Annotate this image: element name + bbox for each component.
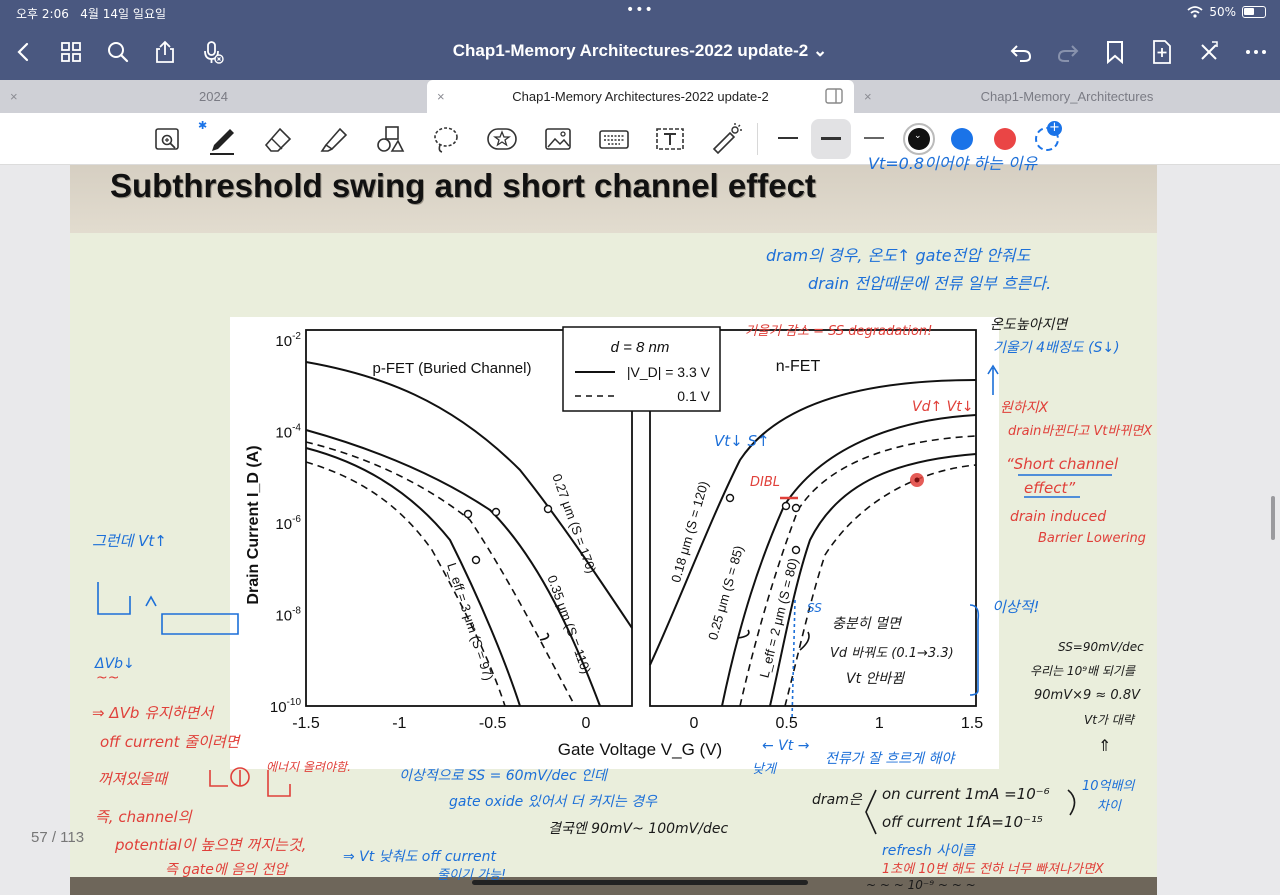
note-result: 결국엔 90mV~ 100mV/dec [548,821,729,837]
ink-tick-ss [791,599,796,721]
note-ss-value-5: ⇑ [1098,736,1112,755]
note-left-4: ⇒ ΔVb 유지하면서 [92,704,214,722]
note-degradation: 기울기 감소 = SS degradation! [745,324,933,339]
chart-legend: d = 8 nm |V_D| = 3.3 V 0.1 V [562,326,721,412]
laser-pointer-core [914,477,920,483]
note-dibl-2: Barrier Lowering [1038,531,1146,546]
note-vt-reason: Vt=0.8이어야 하는 이유 [868,154,1038,173]
note-left-7: 에너지 올려야함. [266,760,351,774]
y-tick-label: 10-6 [275,514,301,533]
note-dram-2: drain 전압때문에 전류 일부 흐른다. [808,274,1052,293]
x-tick-label: 1.5 [961,715,983,732]
data-point [791,503,801,513]
page-indicator: 57 / 113 [31,829,85,846]
right-panel-title: n-FET [776,358,821,375]
y-tick-label: 10-10 [270,697,302,716]
note-left-8: 즉, channel의 [95,808,192,826]
note-ss-value-3: 90mV×9 ≈ 0.8V [1034,688,1140,703]
curve-label: 0.27 μm (S = 170) [549,472,599,576]
note-not-wanted: 원하지X [1000,400,1049,416]
note-diff-2: 차이 [1097,799,1121,814]
note-ss: SS [807,601,822,615]
ink-arrow [987,364,999,395]
note-vt-s: Vt↓ S↑ [714,432,770,450]
legend-dashed: 0.1 V [677,388,710,404]
note-temp-2: 기울기 4배정도 (S↓) [993,340,1120,356]
x-axis-label: Gate Voltage V_G (V) [558,740,722,759]
note-bottom-1: ⇒ Vt 낮춰도 off current [343,849,496,865]
legend-d: d = 8 nm [611,339,670,356]
note-flow: 전류가 잘 흐르게 해야 [825,751,955,767]
note-ss-value-2: 우리는 10⁹배 되기를 [1030,664,1135,678]
data-point [543,504,553,514]
note-refresh: refresh 사이클 [882,843,975,859]
ink-hook-left [539,632,550,641]
note-vd-vt: Vd↑ Vt↓ [912,399,974,415]
note-dibl-1: drain induced [1010,509,1107,525]
x-tick-label: 0.5 [776,715,798,732]
note-temp-1: 온도높아지면 [990,317,1068,333]
note-ideal: 이상적! [992,598,1040,616]
note-left-10: 즉 gate에 음의 전압 [165,862,288,878]
note-left-5: off current 줄이려면 [100,733,240,751]
note-sce-1: “Short channel [1006,455,1119,473]
x-tick-label: 0 [690,715,699,732]
data-point [725,493,735,503]
note-left-9: potential이 높으면 꺼지는것, [115,836,307,854]
left-panel-title: p-FET (Buried Channel) [373,360,532,377]
y-tick-label: 10-4 [275,423,301,442]
note-oxide: gate oxide 있어서 더 커지는 경우 [449,794,657,810]
x-tick-label: -0.5 [479,715,507,732]
note-dram-1: dram의 경우, 온도↑ gate전압 안줘도 [766,246,1031,265]
note-left-1: 그런데 Vt↑ [92,532,167,550]
note-sce-2: effect” [1024,479,1076,497]
data-point [781,501,791,511]
note-left-3: ~~ [96,670,120,686]
note-far-3: Vt 안바뀜 [846,671,905,687]
curve-label: 0.25 μm (S = 85) [705,544,746,642]
note-left-6: 꺼져있을때 [98,770,168,788]
note-low: 낮게 [752,762,776,777]
note-far-2: Vd 바꿔도 (0.1→3.3) [830,646,954,661]
curve-label: 0.35 μm (S = 110) [544,573,594,676]
x-tick-label: -1 [392,715,406,732]
x-tick-label: 1 [875,715,884,732]
note-on-current: on current 1mA =10⁻⁶ [882,785,1050,803]
note-ideal-ss: 이상적으로 SS = 60mV/dec 인데 [399,768,607,784]
ink-well [97,582,239,635]
home-indicator[interactable] [472,880,808,885]
app-window: 오후 2:06 4월 14일 일요일 ••• 50% Chap1-Memory … [0,0,1280,895]
y-axis-label: Drain Current I_D (A) [245,445,262,604]
y-tick-label: 10-2 [275,331,301,350]
note-drain-vt: drain바뀐다고 Vt바뀌면X [1008,424,1153,439]
data-point [463,509,473,519]
data-point [471,555,481,565]
scrollbar-thumb[interactable] [1271,496,1275,540]
x-tick-label: 0 [582,715,591,732]
ink-bracket [969,604,980,696]
curve-labels: 0.27 μm (S = 170) 0.35 μm (S = 110) L_ef… [444,472,801,683]
curve-label: 0.18 μm (S = 120) [668,479,711,584]
note-last-2: ~ ~ ~ 10⁻⁹ ~ ~ ~ [866,878,976,892]
legend-solid: |V_D| = 3.3 V [627,364,711,380]
note-off-current: off current 1fA=10⁻¹⁵ [882,813,1043,831]
data-point [791,545,801,555]
note-last: 1초에 10번 해도 전하 너무 빠져나가면X [882,862,1104,877]
ivcurve-chart: 10-2 10-4 10-6 10-8 10-10-1.5 -1 -0.5 0 0 0.5 1 1.5… [97,326,1112,835]
note-dram-c: dram은 [812,792,862,808]
y-tick-label: 10-8 [275,606,301,625]
note-vt-arrow: ← Vt → [762,738,810,754]
data-point [491,507,501,517]
note-ss-value-4: Vt가 대략 [1084,713,1134,727]
note-diff-1: 10억배의 [1082,779,1135,794]
note-far-1: 충분히 멀면 [832,616,901,632]
ink-hook-right [799,631,810,651]
series-line [305,461,506,707]
note-dibl: DIBL [750,475,781,490]
note-ss-value-1: SS=90mV/dec [1058,640,1144,654]
x-tick-label: -1.5 [292,715,320,732]
